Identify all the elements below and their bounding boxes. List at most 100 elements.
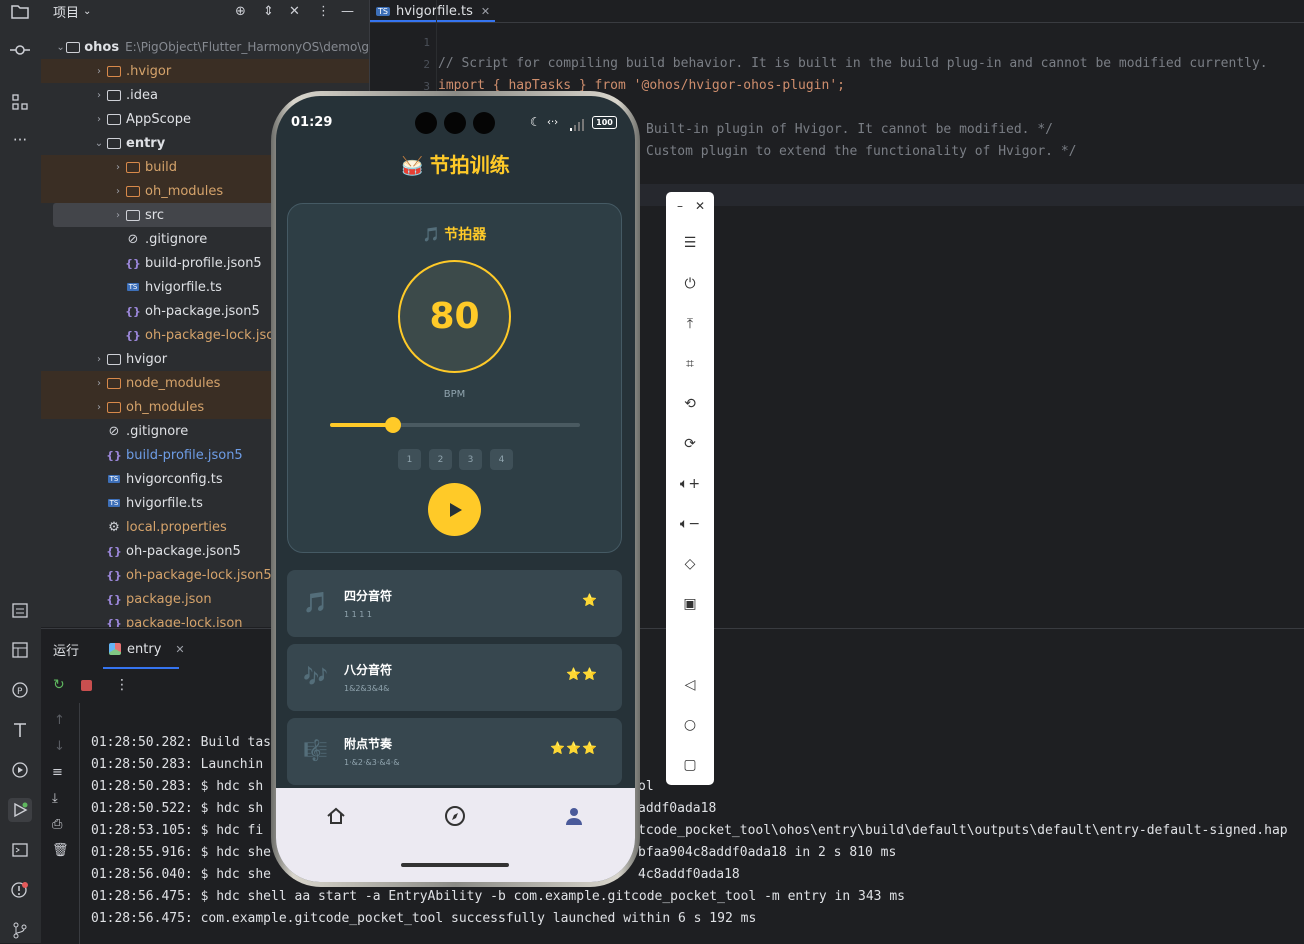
tree-item-label: build-profile.json5: [126, 447, 243, 463]
back-icon[interactable]: ◁: [678, 673, 702, 697]
fold-device-icon[interactable]: ◇: [678, 552, 702, 576]
project-panel-title[interactable]: 项目: [53, 2, 79, 21]
expand-all-icon[interactable]: ⇕: [263, 0, 274, 22]
structure-icon[interactable]: [8, 90, 32, 114]
log-line[interactable]: 01:28:50.522: $ hdc sh: [91, 801, 263, 816]
close-icon[interactable]: ✕: [481, 5, 490, 18]
more-options-icon[interactable]: ⋮: [115, 677, 129, 693]
log-line[interactable]: 01:28:50.283: Launchin: [91, 757, 263, 772]
bpm-slider[interactable]: [330, 417, 580, 433]
options-icon[interactable]: ⋮: [317, 0, 330, 22]
terminal-icon[interactable]: [8, 838, 32, 862]
minimize-icon[interactable]: —: [341, 0, 354, 22]
run-config-tab[interactable]: entry ✕: [109, 642, 185, 657]
chevron-icon[interactable]: ›: [92, 90, 106, 101]
locate-icon[interactable]: ⊕: [235, 0, 246, 22]
project-folder-icon[interactable]: [8, 0, 32, 24]
bpm-display[interactable]: 80: [398, 260, 511, 373]
services-icon[interactable]: [8, 758, 32, 782]
log-line[interactable]: 01:28:50.282: Build tas: [91, 735, 271, 750]
layout-icon[interactable]: [8, 638, 32, 662]
tree-item[interactable]: › .hvigor: [41, 59, 369, 83]
log-line[interactable]: 01:28:53.105: $ hdc fi: [91, 823, 263, 838]
problems-icon[interactable]: [8, 878, 32, 902]
log-line-tail[interactable]: addf0ada18: [638, 801, 716, 816]
exercise-card-quarter[interactable]: 🎵 四分音符 1 1 1 1 ⭐: [287, 570, 622, 637]
crop-icon[interactable]: ⌗: [678, 352, 702, 376]
menu-icon[interactable]: ☰: [678, 231, 702, 255]
collapse-all-icon[interactable]: ✕: [289, 0, 300, 22]
soft-wrap-icon[interactable]: ≡: [52, 765, 63, 780]
line-number: 1: [423, 36, 430, 49]
scroll-to-end-icon[interactable]: ⤓: [52, 791, 58, 806]
log-line-tail[interactable]: ol: [638, 779, 654, 794]
home-circle-icon[interactable]: ○: [678, 713, 702, 737]
play-button[interactable]: [428, 483, 481, 536]
home-indicator[interactable]: [401, 863, 509, 867]
chevron-icon[interactable]: ⌄: [55, 42, 66, 53]
log-line[interactable]: 01:28:56.475: $ hdc shell aa start -a En…: [91, 889, 905, 904]
recent-apps-icon[interactable]: ▢: [678, 753, 702, 777]
git-branch-icon[interactable]: [8, 918, 32, 942]
rotate-left-icon[interactable]: ⟲: [678, 392, 702, 416]
print-icon[interactable]: ⎙: [52, 817, 62, 832]
tab-hvigorfile[interactable]: TS hvigorfile.ts ✕: [376, 0, 490, 22]
code-line-comment[interactable]: // Script for compiling build behavior. …: [438, 56, 1268, 71]
chevron-icon[interactable]: ›: [111, 162, 125, 173]
log-line[interactable]: 01:28:56.475: com.example.gitcode_pocket…: [91, 911, 756, 926]
close-icon[interactable]: ✕: [688, 194, 712, 218]
tree-item[interactable]: › src: [53, 203, 281, 227]
rotate-right-icon[interactable]: ⟳: [678, 432, 702, 456]
person-icon[interactable]: [562, 804, 586, 828]
compass-icon[interactable]: [443, 804, 467, 828]
exercise-card-dotted[interactable]: 🎼 附点节奏 1·&2·&3·&4·& ⭐⭐⭐: [287, 718, 622, 785]
code-line-comment[interactable]: Built-in plugin of Hvigor. It cannot be …: [646, 122, 1053, 137]
difficulty-stars: ⭐: [582, 593, 598, 607]
tree-item-label: .hvigor: [126, 63, 172, 79]
trash-icon[interactable]: 🗑: [52, 843, 69, 858]
power-icon[interactable]: ⏻: [678, 272, 702, 296]
chevron-icon[interactable]: ›: [92, 114, 106, 125]
chevron-down-icon[interactable]: ⌄: [83, 6, 91, 17]
todo-icon[interactable]: [8, 598, 32, 622]
log-line[interactable]: 01:28:56.040: $ hdc she: [91, 867, 271, 882]
exercise-card-eighth[interactable]: 🎶 八分音符 1&2&3&4& ⭐⭐: [287, 644, 622, 711]
multi-device-icon[interactable]: ▣: [678, 592, 702, 616]
run-tool-icon[interactable]: [8, 798, 32, 822]
volume-down-icon[interactable]: 🔈︎−: [678, 512, 702, 536]
chevron-icon[interactable]: ›: [92, 402, 106, 413]
log-line-tail[interactable]: tcode_pocket_tool\ohos\entry\build\defau…: [638, 823, 1288, 838]
scroll-up-icon[interactable]: ↑: [54, 713, 65, 728]
home-icon[interactable]: [324, 804, 348, 828]
bpm-slider-thumb[interactable]: [384, 417, 401, 433]
code-line-comment[interactable]: Custom plugin to extend the functionalit…: [646, 144, 1076, 159]
chevron-icon[interactable]: ›: [92, 378, 106, 389]
log-line-tail[interactable]: 4c8addf0ada18: [638, 867, 740, 882]
chevron-icon[interactable]: ›: [92, 354, 106, 365]
app-title-text: 节拍训练: [429, 153, 510, 177]
stop-icon[interactable]: [81, 680, 92, 691]
tree-item[interactable]: ⌄ ohos E:\PigObject\Flutter_HarmonyOS\demo…: [41, 35, 369, 59]
chevron-icon[interactable]: ›: [111, 186, 125, 197]
json-file-icon: {}: [106, 568, 122, 582]
run-panel-title[interactable]: 运行: [53, 640, 79, 659]
log-line-tail[interactable]: bfaa904c8addf0ada18 in 2 s 810 ms: [638, 845, 896, 860]
moon-icon: ☾: [530, 115, 541, 129]
harmony-app-icon: [109, 643, 122, 655]
log-line[interactable]: 01:28:50.283: $ hdc sh: [91, 779, 263, 794]
chevron-icon[interactable]: ›: [111, 210, 125, 221]
commit-icon[interactable]: [8, 38, 32, 62]
music-note-icon: 🎵: [303, 590, 328, 614]
close-icon[interactable]: ✕: [175, 643, 184, 656]
log-line[interactable]: 01:28:55.916: $ hdc she: [91, 845, 271, 860]
chevron-icon[interactable]: ›: [92, 66, 106, 77]
volume-up-icon[interactable]: 🔈︎+: [678, 472, 702, 496]
terminal-t-icon[interactable]: [8, 718, 32, 742]
screenshot-upload-icon[interactable]: ⤒: [678, 312, 702, 336]
more-tools-icon[interactable]: ···: [8, 128, 32, 152]
bottom-nav: [276, 788, 635, 882]
rerun-icon[interactable]: ↻: [53, 677, 65, 693]
profiler-icon[interactable]: P: [8, 678, 32, 702]
scroll-down-icon[interactable]: ↓: [54, 739, 65, 754]
chevron-icon[interactable]: ⌄: [92, 138, 106, 149]
